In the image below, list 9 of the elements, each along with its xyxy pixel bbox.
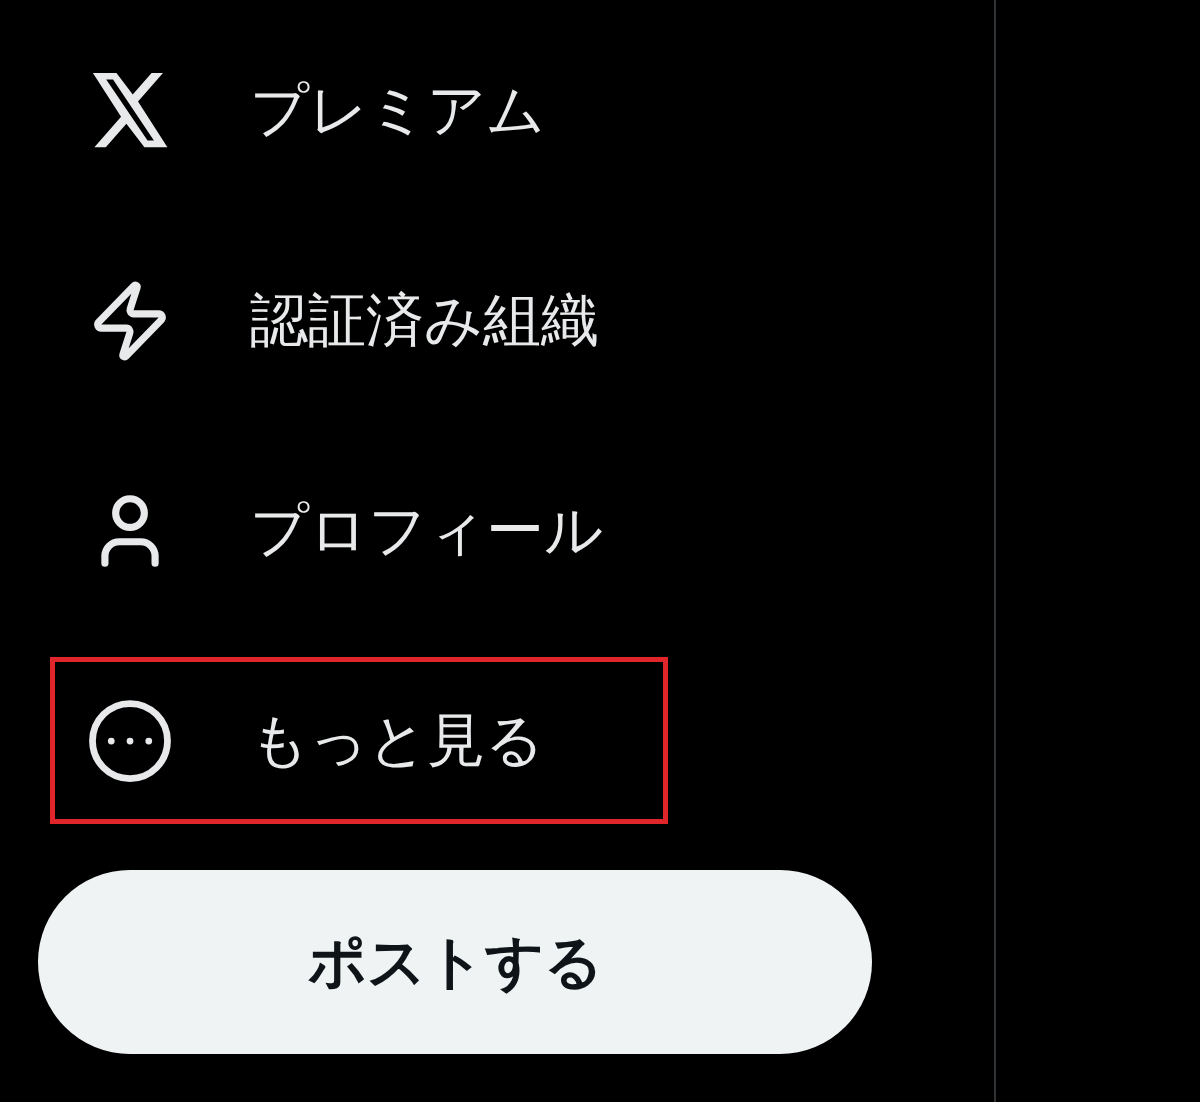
nav-label: もっと見る [250, 705, 544, 776]
nav-item[interactable]: もっと見る [50, 657, 668, 824]
post-button[interactable]: ポストする [38, 870, 872, 1054]
nav-item[interactable]: 認証済み組織 [50, 237, 668, 404]
nav-label: プレミアム [250, 75, 545, 146]
nav-label: プロフィール [250, 495, 603, 566]
nav-label: 認証済み組織 [250, 285, 599, 356]
nav-item[interactable]: プレミアム [50, 27, 668, 194]
nav-item[interactable]: プロフィール [50, 447, 668, 614]
